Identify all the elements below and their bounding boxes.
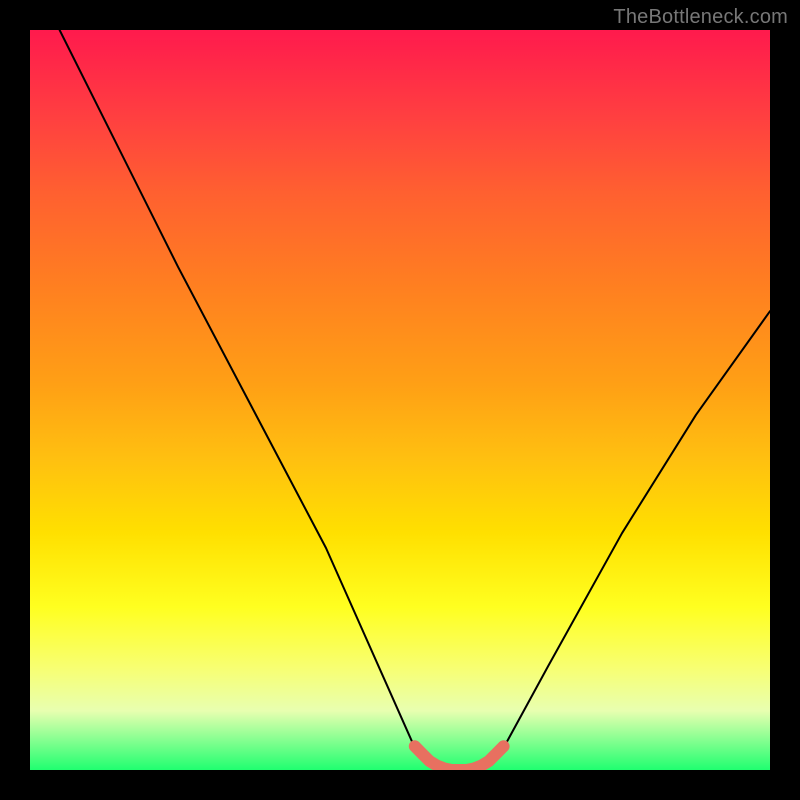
watermark-text: TheBottleneck.com (613, 6, 788, 29)
chart-frame: TheBottleneck.com (0, 0, 800, 800)
curve-layer (60, 30, 770, 770)
chart-svg (30, 30, 770, 770)
bottleneck-curve (60, 30, 770, 770)
plot-area (30, 30, 770, 770)
optimal-band (415, 746, 504, 770)
